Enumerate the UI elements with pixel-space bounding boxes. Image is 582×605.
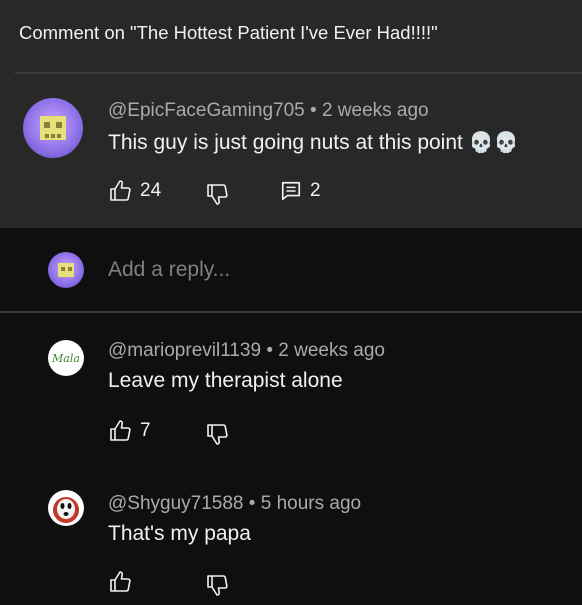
skull-avatar-icon — [40, 116, 66, 140]
like-count: 24 — [140, 180, 162, 201]
reply-author[interactable]: @Shyguy71588 — [108, 493, 244, 514]
avatar-logo-text: Mala — [52, 351, 80, 365]
reply-meta: @Shyguy71588 • 5 hours ago — [108, 493, 361, 515]
avatar[interactable] — [23, 98, 83, 158]
reply-text: That's my papa — [108, 522, 251, 545]
skull-avatar-icon — [58, 263, 74, 277]
comment-text-content: This guy is just going nuts at this poin… — [108, 131, 463, 154]
comment-meta: @EpicFaceGaming705 • 2 weeks ago — [108, 100, 429, 122]
skull-emoji: 💀💀 — [468, 132, 519, 154]
meta-separator: • — [310, 100, 317, 121]
reply-count: 2 — [310, 180, 321, 201]
comment-time: 2 weeks ago — [321, 100, 429, 121]
thumbs-up-icon — [110, 180, 131, 201]
thumbs-down-icon — [207, 424, 228, 445]
like-button[interactable] — [108, 570, 132, 594]
reply-divider — [0, 311, 582, 313]
reply-time: 2 weeks ago — [278, 340, 385, 361]
reply-meta: @marioprevil1139 • 2 weeks ago — [108, 340, 385, 362]
reply-time: 5 hours ago — [260, 493, 362, 514]
like-count: 7 — [140, 420, 151, 441]
meta-separator: • — [266, 340, 273, 361]
avatar — [48, 252, 84, 288]
like-button[interactable]: 7 — [108, 419, 151, 443]
reply-text: Leave my therapist alone — [108, 369, 343, 392]
thumbs-down-icon — [207, 184, 228, 205]
like-button[interactable]: 24 — [108, 179, 161, 203]
shyguy-avatar-icon — [53, 497, 79, 523]
page-title: Comment on "The Hottest Patient I've Eve… — [19, 22, 438, 43]
dislike-button[interactable] — [205, 422, 229, 446]
comment-author[interactable]: @EpicFaceGaming705 — [108, 100, 305, 121]
reply-author[interactable]: @marioprevil1139 — [108, 340, 261, 361]
comment-text: This guy is just going nuts at this poin… — [108, 130, 519, 155]
reply-input[interactable]: Add a reply... — [108, 258, 230, 282]
thumbs-up-icon — [110, 420, 131, 441]
thumbs-down-icon — [207, 575, 228, 596]
meta-separator: • — [248, 493, 256, 514]
replies-button[interactable]: 2 — [280, 180, 321, 202]
comment-icon — [281, 181, 301, 201]
thumbs-up-icon — [110, 571, 131, 592]
avatar[interactable]: Mala — [48, 340, 84, 376]
avatar[interactable] — [48, 490, 84, 526]
dislike-button[interactable] — [205, 182, 229, 206]
dislike-button[interactable] — [205, 573, 229, 597]
header-divider — [15, 72, 582, 74]
